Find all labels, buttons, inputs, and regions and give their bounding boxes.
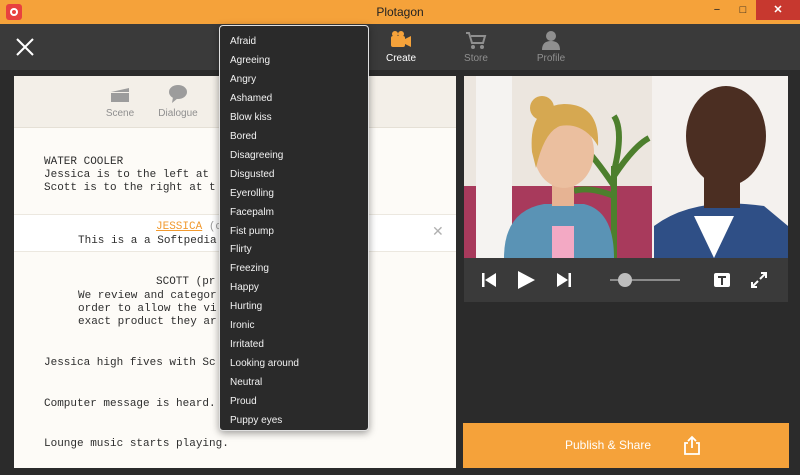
app-toolbar: Create Store Profile	[0, 24, 800, 70]
nav-profile[interactable]: Profile	[516, 30, 586, 64]
nav-store-label: Store	[464, 53, 488, 64]
slider-handle[interactable]	[618, 273, 633, 287]
tab-dialogue[interactable]: Dialogue	[148, 84, 208, 119]
remove-line-icon[interactable]: ✕	[432, 223, 444, 240]
emotion-menu-item[interactable]: Facepalm	[220, 203, 368, 222]
emotion-menu-item[interactable]: Freezing	[220, 259, 368, 278]
emotion-menu-item[interactable]: Blow kiss	[220, 108, 368, 127]
tab-dialogue-label: Dialogue	[158, 108, 198, 119]
tab-scene[interactable]: Scene	[90, 84, 150, 119]
dialogue-text[interactable]: order to allow the vi	[78, 303, 217, 315]
play-icon[interactable]	[515, 270, 537, 290]
scene-heading[interactable]: WATER COOLER	[44, 156, 123, 168]
close-window-button[interactable]: ✕	[756, 0, 800, 20]
scene-preview-image	[464, 76, 788, 258]
share-icon	[684, 435, 700, 455]
emotion-menu-item[interactable]: Ashamed	[220, 89, 368, 108]
player-controls	[464, 258, 788, 302]
tab-scene-label: Scene	[105, 108, 135, 119]
title-bar: Plotagon − □ ✕	[0, 0, 800, 24]
dialogue-character: JESSICA (c	[156, 221, 222, 233]
dialogue-icon	[169, 85, 187, 103]
action-line[interactable]: Lounge music starts playing.	[44, 438, 229, 450]
maximize-button[interactable]: □	[730, 0, 756, 20]
emotion-menu-item[interactable]: Happy	[220, 278, 368, 297]
action-line[interactable]: Computer message is heard.	[44, 398, 216, 410]
emotion-menu-item[interactable]: Ironic	[220, 316, 368, 335]
emotion-dropdown-menu: Afraid Agreeing Angry Ashamed Blow kiss Bored…	[219, 25, 369, 431]
playback-slider[interactable]	[610, 273, 680, 287]
subtitles-icon[interactable]	[713, 272, 731, 288]
minimize-button[interactable]: −	[704, 0, 730, 20]
camera-icon	[391, 31, 411, 47]
scene-description[interactable]: Jessica is to the left at	[44, 169, 209, 181]
emotion-menu-item[interactable]: Puppy eyes	[220, 411, 368, 430]
character-name[interactable]: JESSICA	[156, 221, 202, 233]
action-line[interactable]: Jessica high fives with Sc	[44, 357, 216, 369]
emotion-menu-item[interactable]: Neutral	[220, 373, 368, 392]
emotion-menu-item[interactable]: Afraid	[220, 32, 368, 51]
skip-back-icon[interactable]	[480, 272, 498, 288]
emotion-menu-item[interactable]: Proud	[220, 392, 368, 411]
nav-create[interactable]: Create	[366, 30, 436, 64]
video-preview[interactable]	[464, 76, 788, 258]
emotion-menu-item[interactable]: Hurting	[220, 297, 368, 316]
fullscreen-icon[interactable]	[750, 271, 768, 289]
skip-forward-icon[interactable]	[555, 272, 573, 288]
close-icon[interactable]	[14, 36, 36, 58]
profile-icon	[542, 31, 560, 50]
publish-share-button[interactable]: Publish & Share	[463, 423, 789, 468]
emotion-menu-item[interactable]: Bored	[220, 127, 368, 146]
nav-profile-label: Profile	[536, 53, 566, 64]
dialogue-text[interactable]: This is a a Softpedia	[78, 235, 217, 247]
emotion-menu-item[interactable]: Eyerolling	[220, 184, 368, 203]
emotion-menu-item[interactable]: Looking around	[220, 354, 368, 373]
emotion-menu-item[interactable]: Disgusted	[220, 165, 368, 184]
emotion-menu-item[interactable]: Fist pump	[220, 222, 368, 241]
nav-create-label: Create	[385, 53, 416, 64]
emotion-menu-item[interactable]: Disagreeing	[220, 146, 368, 165]
scene-icon	[111, 88, 129, 102]
emotion-menu-item[interactable]: Agreeing	[220, 51, 368, 70]
nav-store[interactable]: Store	[441, 30, 511, 64]
emotion-menu-item[interactable]: Flirty	[220, 240, 368, 259]
dialogue-text[interactable]: We review and categor	[78, 290, 217, 302]
cart-icon	[466, 32, 487, 49]
scene-description[interactable]: Scott is to the right at t	[44, 182, 216, 194]
emotion-menu-item[interactable]: Irritated	[220, 335, 368, 354]
dialogue-text[interactable]: exact product they ar	[78, 316, 217, 328]
emotion-menu-item[interactable]: Angry	[220, 70, 368, 89]
window-title: Plotagon	[376, 5, 424, 19]
publish-share-label: Publish & Share	[564, 438, 652, 452]
dialogue-character[interactable]: SCOTT (pr	[156, 276, 215, 288]
